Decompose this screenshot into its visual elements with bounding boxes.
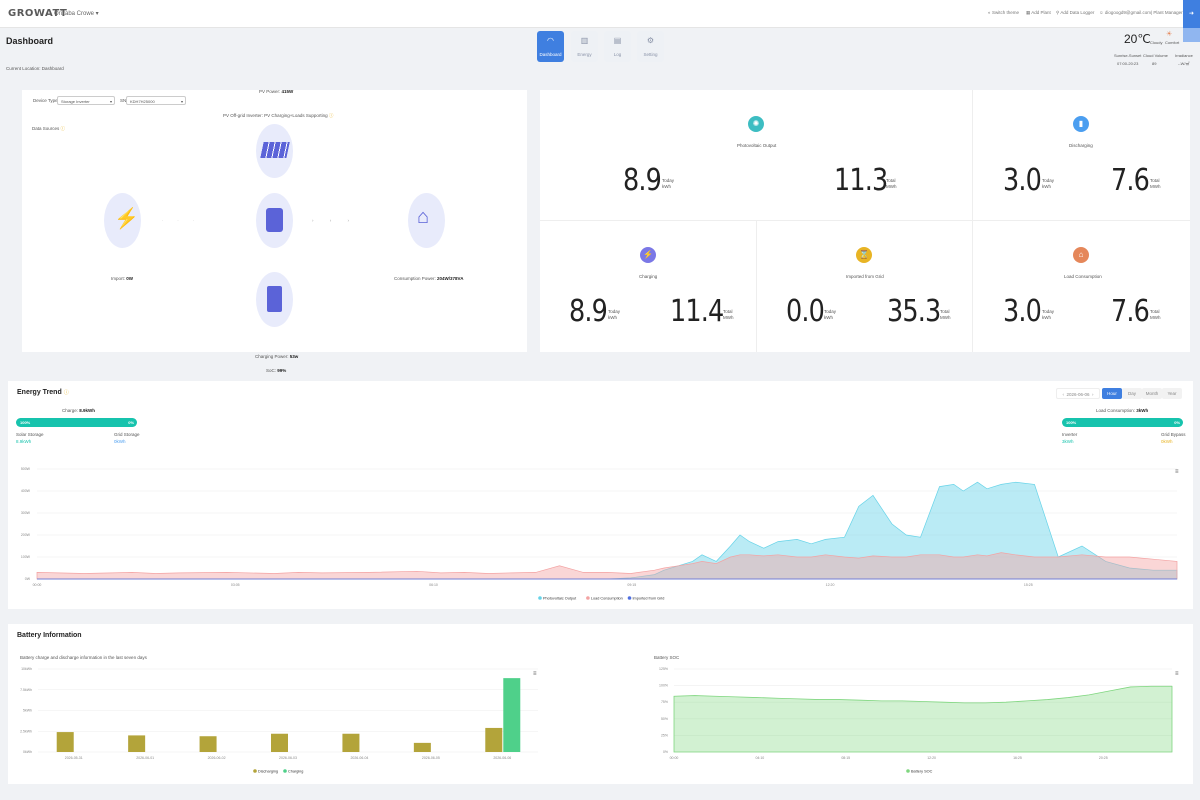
soc-y-tick: 0% (663, 750, 668, 754)
soc-legend-marker (906, 769, 910, 773)
soc-x-tick: 16:25 (1013, 756, 1022, 760)
soc-x-tick: 00:00 (670, 756, 679, 760)
soc-y-tick: 25% (661, 733, 668, 737)
soc-x-tick: 12:20 (927, 756, 936, 760)
soc-y-tick: 125% (659, 667, 668, 671)
soc-area (673, 685, 1173, 753)
soc-y-tick: 100% (659, 684, 668, 688)
soc-y-tick: 50% (661, 717, 668, 721)
soc-x-tick: 08:15 (841, 756, 850, 760)
soc-y-tick: 75% (661, 700, 668, 704)
soc-x-tick: 04:10 (755, 756, 764, 760)
battery-soc-chart: 0% 25% 50% 75% 100% 125% 00:00 04:10 08:15 12:20 1… (659, 667, 1173, 774)
soc-legend-label: Battery SOC (911, 770, 933, 774)
soc-x-tick: 20:25 (1099, 756, 1108, 760)
